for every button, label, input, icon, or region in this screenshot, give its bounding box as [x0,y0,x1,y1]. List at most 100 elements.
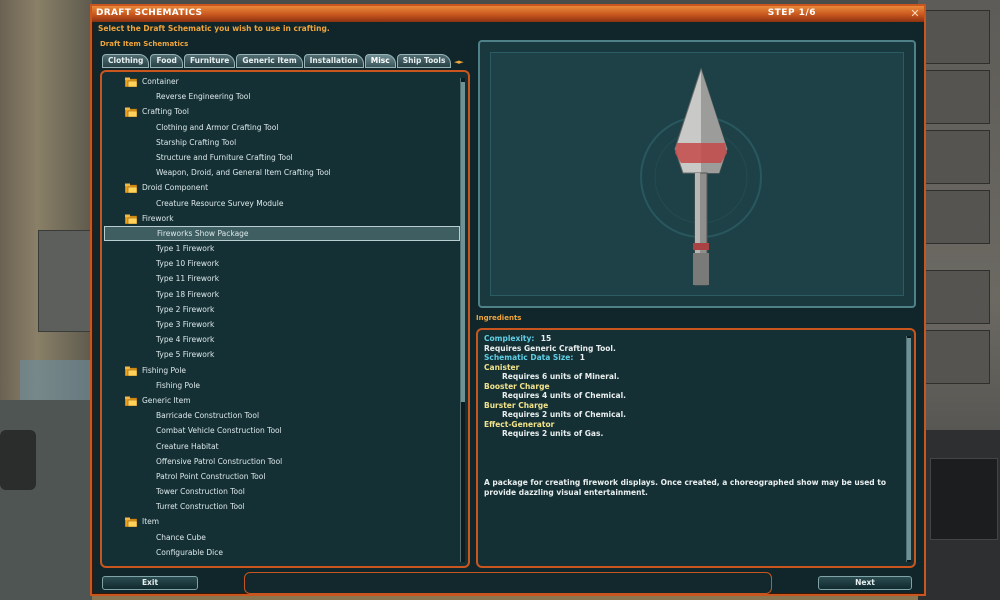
scene-crate [38,230,94,332]
schematic-row[interactable]: Type 3 Firework [104,317,460,332]
row-label: Patrol Point Construction Tool [156,471,266,481]
row-label: Tower Construction Tool [156,487,245,497]
row-label: Container [142,77,179,86]
category-row[interactable]: Generic Item [104,393,460,408]
schematic-row[interactable]: Type 5 Firework [104,347,460,362]
row-label: Structure and Furniture Crafting Tool [156,152,293,162]
schematic-row[interactable]: Chance Cube [104,530,460,545]
scene-pipe [0,430,36,490]
schematic-row[interactable]: Fishing Pole [104,378,460,393]
ingredients-section-label: Ingredients [476,314,522,322]
ingredients-panel: Complexity: 15 Requires Generic Crafting… [476,328,916,568]
component-requirement: Requires 2 units of Chemical. [502,410,627,419]
schematic-row[interactable]: Weapon, Droid, and General Item Crafting… [104,165,460,180]
scrollbar-thumb[interactable] [461,82,465,402]
row-label: Fireworks Show Package [157,228,249,238]
schematic-row[interactable]: Configurable Dice [104,545,460,560]
close-button[interactable]: ✕ [909,8,921,20]
row-label: Type 10 Firework [156,259,220,269]
schematic-row[interactable]: Type 2 Firework [104,302,460,317]
row-label: Combat Vehicle Construction Tool [156,426,282,436]
row-label: Offensive Patrol Construction Tool [156,456,283,466]
schematic-row[interactable]: Creature Habitat [104,439,460,454]
instruction-text: Select the Draft Schematic you wish to u… [98,24,330,33]
firework-model-icon [640,67,762,286]
schematic-row[interactable]: Offensive Patrol Construction Tool [104,454,460,469]
folder-icon [125,183,137,194]
component-name: Canister [484,362,520,372]
schematic-row[interactable]: Clothing and Armor Crafting Tool [104,120,460,135]
scrollbar-thumb[interactable] [907,338,911,560]
folder-icon [125,366,137,376]
ingredients-scrollbar[interactable] [906,336,911,562]
schematic-row[interactable]: Starship Crafting Tool [104,135,460,150]
row-label: Firework [142,213,174,223]
folder-icon [125,396,137,406]
schematic-row[interactable]: Patrol Point Construction Tool [104,469,460,484]
row-label: Generic Item [142,395,191,405]
row-label: Item [142,517,160,527]
schematic-row[interactable]: Type 11 Firework [104,271,460,286]
tab-misc[interactable]: Misc [364,54,396,68]
folder-icon [125,107,137,118]
folder-icon [125,517,137,528]
title-bar[interactable]: DRAFT SCHEMATICS STEP 1/6 ✕ [92,6,924,22]
row-label: Type 2 Firework [156,304,215,314]
row-label: Type 5 Firework [156,350,215,360]
category-row[interactable]: Droid Component [104,180,460,195]
category-row[interactable]: Fishing Pole [104,363,460,378]
tab-furniture[interactable]: Furniture [183,54,236,68]
schematic-row[interactable]: Structure and Furniture Crafting Tool [104,150,460,165]
schematic-row[interactable]: Type 18 Firework [104,287,460,302]
schematic-row[interactable]: Reverse Engineering Tool [104,89,460,104]
exit-button[interactable]: Exit [102,576,198,590]
category-row[interactable]: Container [104,74,460,89]
complexity-value: 15 [540,334,552,343]
schematic-row[interactable]: Creature Resource Survey Module [104,196,460,211]
schematic-row[interactable]: Barricade Construction Tool [104,408,460,423]
window-title: DRAFT SCHEMATICS [96,8,203,18]
folder-icon [125,77,137,87]
row-label: Starship Crafting Tool [156,137,237,147]
schematic-preview-panel [478,40,916,308]
data-size-key: Schematic Data Size: [484,353,574,362]
tab-installation[interactable]: Installation [303,54,364,68]
scene-drawer [924,190,990,244]
schematic-tree: Container Reverse Engineering Tool Craftin… [104,74,460,560]
data-size-value: 1 [579,353,585,362]
row-label: Crafting Tool [142,107,189,117]
component-requirement: Requires 6 units of Mineral. [502,372,620,381]
category-row[interactable]: Firework [104,211,460,226]
next-button[interactable]: Next [818,576,912,590]
scene-drawer [924,330,990,384]
tab-generic-item[interactable]: Generic Item [236,54,303,68]
tab-scroll-arrows-icon[interactable]: ◄► [454,58,464,66]
schematic-row[interactable]: Type 10 Firework [104,256,460,271]
schematic-row[interactable]: Type 4 Firework [104,332,460,347]
close-icon: ✕ [910,7,920,20]
tab-ship-tools[interactable]: Ship Tools [396,54,452,68]
category-row[interactable]: Crafting Tool [104,104,460,119]
row-label: Configurable Dice [156,547,223,557]
schematic-row[interactable]: Fireworks Show Package [104,225,460,242]
folder-icon [125,214,137,224]
scene-left-wall [0,0,94,600]
row-label: Clothing and Armor Crafting Tool [156,122,279,132]
schematic-row[interactable]: Combat Vehicle Construction Tool [104,423,460,438]
step-indicator: STEP 1/6 [767,8,816,18]
row-label: Type 3 Firework [156,320,215,329]
category-row[interactable]: Item [104,514,460,529]
schematic-row[interactable]: Turret Construction Tool [104,499,460,514]
tab-food[interactable]: Food [150,54,183,68]
tab-clothing[interactable]: Clothing [102,54,150,68]
schematic-list-scrollbar[interactable] [460,78,465,562]
scene-cabinet [930,458,998,540]
requires-tool-line: Requires Generic Crafting Tool. [484,343,616,353]
schematic-row[interactable]: Type 1 Firework [104,241,460,256]
row-label: Type 4 Firework [156,335,215,345]
preview-viewport[interactable] [490,52,904,296]
schematic-row[interactable]: Tower Construction Tool [104,484,460,499]
schematic-description: A package for creating firework displays… [484,478,887,497]
scene-drawer [924,70,990,124]
schematics-section-label: Draft Item Schematics [100,40,189,48]
